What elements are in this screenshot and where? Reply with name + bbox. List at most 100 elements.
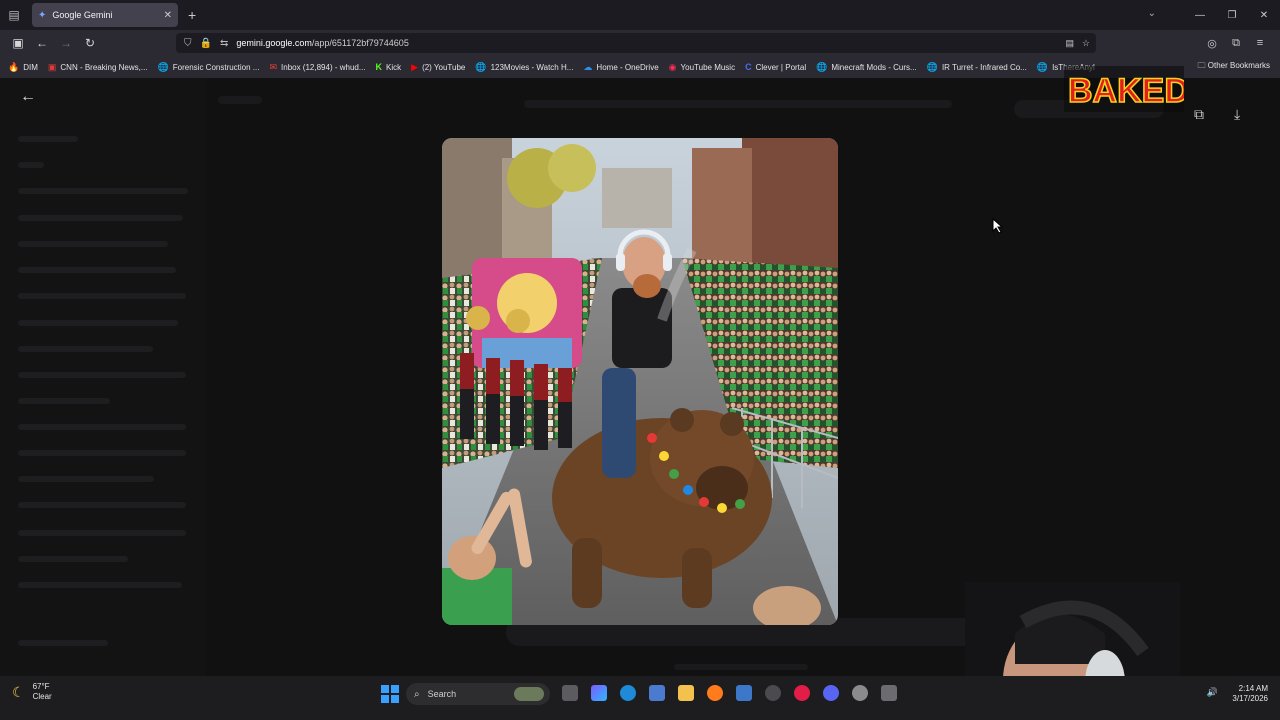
sidebar-placeholder xyxy=(18,215,183,221)
sidebar-placeholder xyxy=(18,582,182,588)
sidebar-placeholder xyxy=(18,320,178,326)
tab-google-gemini[interactable]: ✦ Google Gemini ✕ xyxy=(32,3,178,27)
extensions-icon[interactable]: ⧉ xyxy=(1224,37,1248,50)
other-bookmarks-label: Other Bookmarks xyxy=(1207,61,1270,70)
minimize-button[interactable]: — xyxy=(1184,10,1216,21)
bookmark-label: Home - OneDrive xyxy=(596,62,659,72)
screen: ▤ ✦ Google Gemini ✕ + ⌄ — ❐ ✕ ▣ ← → ↻ ⛉ … xyxy=(0,0,1280,720)
settings-icon[interactable] xyxy=(852,685,868,701)
bookmark-item[interactable]: ▶ (2) YouTube xyxy=(411,62,465,73)
volume-icon[interactable]: 🔊 xyxy=(1207,687,1218,698)
sidebar-placeholder xyxy=(18,398,110,404)
close-window-button[interactable]: ✕ xyxy=(1248,10,1280,21)
clock-time: 2:14 AM xyxy=(1238,684,1268,693)
baked-logo: BAKED xyxy=(1064,66,1184,112)
reader-view-icon[interactable]: ▤ xyxy=(1065,38,1074,49)
photos-icon[interactable] xyxy=(736,685,752,701)
sidebar-placeholder xyxy=(18,293,186,299)
sidebar-placeholder xyxy=(18,188,188,194)
parade-bear-image xyxy=(442,138,838,625)
back-arrow-icon[interactable]: ← xyxy=(20,88,36,106)
new-tab-button[interactable]: + xyxy=(188,7,196,23)
bookmark-label: (2) YouTube xyxy=(422,62,466,72)
url-path: /app/651172bf79744605 xyxy=(311,38,409,48)
sidebar-placeholder xyxy=(18,162,44,168)
file-explorer-icon[interactable] xyxy=(678,685,694,701)
bookmark-item[interactable]: ☁ Home - OneDrive xyxy=(583,62,658,73)
sidebar-placeholder xyxy=(18,346,153,352)
mouse-cursor-icon xyxy=(992,218,1004,234)
maximize-button[interactable]: ❐ xyxy=(1216,10,1248,21)
bookmark-item[interactable]: ✉ Inbox (12,894) - whud... xyxy=(269,62,365,73)
store-icon[interactable] xyxy=(649,685,665,701)
forward-icon[interactable]: → xyxy=(54,36,78,50)
bookmark-icon: C xyxy=(745,62,752,72)
bookmark-item[interactable]: 🌐 IR Turret - Infrared Co... xyxy=(927,62,1027,73)
bookmark-item[interactable]: C Clever | Portal xyxy=(745,62,806,72)
snipping-tool-icon[interactable] xyxy=(881,685,897,701)
menu-icon[interactable]: ≡ xyxy=(1248,37,1272,49)
app-icon[interactable] xyxy=(765,685,781,701)
tab-title: Google Gemini xyxy=(52,10,113,20)
reload-icon[interactable]: ↻ xyxy=(78,36,102,50)
task-view-icon[interactable] xyxy=(562,685,578,701)
bookmark-icon: ▣ xyxy=(47,61,57,72)
sidebar-placeholder xyxy=(18,372,186,378)
lock-icon: 🔒 xyxy=(199,37,212,49)
bookmark-item[interactable]: 🌐 123Movies - Watch H... xyxy=(475,62,573,73)
sidebar-placeholder xyxy=(18,640,108,646)
bookmark-icon: 🌐 xyxy=(475,61,487,72)
sidebar-placeholder xyxy=(18,136,78,142)
clock-date: 3/17/2026 xyxy=(1232,694,1268,703)
tab-strip: ▤ ✦ Google Gemini ✕ + ⌄ — ❐ ✕ xyxy=(0,0,1280,30)
bookmark-item[interactable]: 🌐 Forensic Construction ... xyxy=(158,62,260,73)
bookmark-label: Minecraft Mods - Curs... xyxy=(831,62,917,72)
start-button[interactable] xyxy=(381,685,399,703)
gemini-icon: ✦ xyxy=(38,9,47,21)
download-icon[interactable]: ⤓ xyxy=(1234,106,1240,123)
bookmark-label: DIM xyxy=(23,62,38,72)
generated-image[interactable] xyxy=(442,138,838,625)
tab-close-icon[interactable]: ✕ xyxy=(164,10,172,21)
bookmark-item[interactable]: 🔥 DIM xyxy=(8,62,38,73)
sidebar: ← xyxy=(0,78,206,676)
bookmark-icon: ▶ xyxy=(411,61,419,72)
clock[interactable]: 2:14 AM 3/17/2026 xyxy=(1232,684,1268,704)
bookmark-item[interactable]: ◉ YouTube Music xyxy=(669,62,735,73)
header-placeholder xyxy=(218,96,262,104)
sidebar-placeholder xyxy=(18,556,128,562)
bookmark-item[interactable]: K Kick xyxy=(376,62,402,72)
sidebar-toggle-icon[interactable]: ▣ xyxy=(6,36,30,50)
shield-icon: ⛉ xyxy=(184,37,192,49)
bookmark-item[interactable]: ▣ CNN - Breaking News,... xyxy=(48,62,148,73)
copy-icon[interactable]: ⧉ xyxy=(1194,106,1204,123)
other-bookmarks[interactable]: 🗀 Other Bookmarks xyxy=(1198,60,1270,74)
bookmark-star-icon[interactable]: ☆ xyxy=(1082,38,1090,49)
taskbar-search[interactable]: ⌕ Search xyxy=(406,683,550,705)
bookmark-label: IR Turret - Infrared Co... xyxy=(941,62,1027,72)
bookmark-label: Clever | Portal xyxy=(755,62,807,72)
bookmark-icon: K xyxy=(375,62,383,72)
bookmark-icon: 🔥 xyxy=(8,61,20,72)
discord-icon[interactable] xyxy=(823,685,839,701)
firefox-icon[interactable] xyxy=(707,685,723,701)
account-icon[interactable]: ◎ xyxy=(1200,37,1224,50)
media-player-icon[interactable] xyxy=(794,685,810,701)
weather-widget[interactable]: ☾ 67°F Clear xyxy=(12,682,52,702)
search-icon: ⌕ xyxy=(414,688,420,700)
copilot-icon[interactable] xyxy=(591,685,607,701)
edge-icon[interactable] xyxy=(620,685,636,701)
bookmark-item[interactable]: 🌐 Minecraft Mods - Curs... xyxy=(816,62,917,73)
address-bar[interactable]: ⛉ 🔒 ⇆ gemini.google.com /app/651172bf797… xyxy=(176,33,1096,53)
back-icon[interactable]: ← xyxy=(30,36,54,50)
footer-placeholder xyxy=(674,664,808,670)
list-tabs-icon[interactable]: ⌄ xyxy=(1148,8,1156,19)
sidebar-placeholder xyxy=(18,530,186,536)
navigation-bar: ▣ ← → ↻ ⛉ 🔒 ⇆ gemini.google.com /app/651… xyxy=(0,30,1280,56)
bookmark-icon: 🌐 xyxy=(816,61,828,72)
bookmark-label: Forensic Construction ... xyxy=(172,62,260,72)
bookmark-label: 123Movies - Watch H... xyxy=(490,62,574,72)
tab-overview-icon[interactable]: ▤ xyxy=(0,0,28,30)
taskbar: ☾ 67°F Clear ⌕ Search 🔊 2:14 AM 3/17/202… xyxy=(0,676,1280,720)
bookmark-label: CNN - Breaking News,... xyxy=(60,62,148,72)
